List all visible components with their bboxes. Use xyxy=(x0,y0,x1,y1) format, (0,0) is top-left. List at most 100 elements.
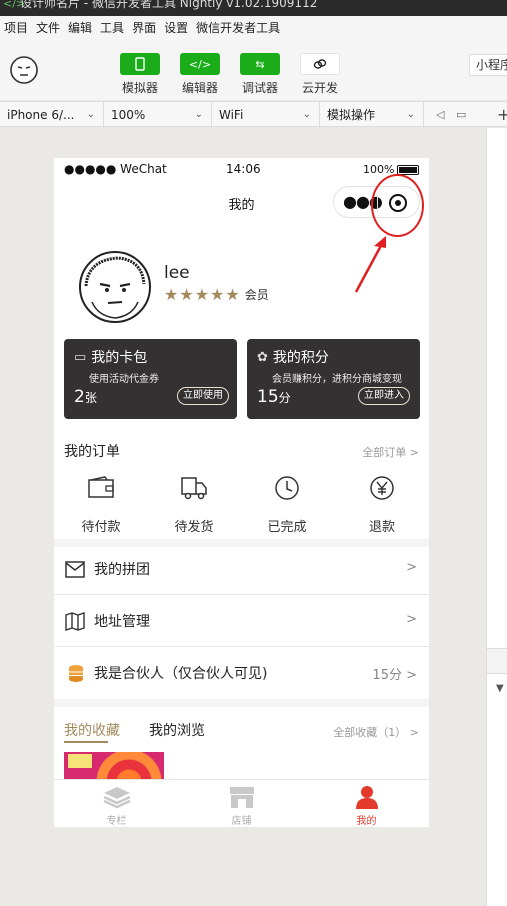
sim-ops-value: 模拟操作 xyxy=(327,108,376,122)
network-select[interactable]: WiFi ⌄ xyxy=(212,102,320,128)
window-titlebar: </> 设计师名片 - 微信开发者工具 Nightly v1.02.190911… xyxy=(0,0,507,16)
chevron-down-icon: ⌄ xyxy=(302,109,311,120)
device-tools: ◁ ▭ xyxy=(436,102,466,128)
row-label: 我是合伙人（仅合伙人可见) xyxy=(94,666,268,682)
debugger-button[interactable]: ⇆ 调试器 xyxy=(238,53,282,96)
truck-icon xyxy=(181,477,207,500)
points-enter-button[interactable]: 立即进入 xyxy=(358,387,410,405)
cloud-link-icon xyxy=(300,53,340,75)
wallet-card[interactable]: ▭ 我的卡包 使用活动代金券 2张 立即使用 xyxy=(64,339,237,419)
order-label-pending-payment: 待付款 xyxy=(81,520,121,535)
sim-ops-select[interactable]: 模拟操作 ⌄ xyxy=(320,102,424,128)
toolbar: 模拟器 </> 编辑器 ⇆ 调试器 云开发 小程序 xyxy=(0,40,507,100)
profile-avatar[interactable] xyxy=(78,250,152,324)
tab-label: 我的 xyxy=(356,816,377,827)
user-name: lee xyxy=(164,263,190,283)
add-icon[interactable]: + xyxy=(497,105,507,124)
status-bar: ●●●●● WeChat 14:06 100% xyxy=(54,158,429,180)
menu-item-tools[interactable]: 工具 xyxy=(96,16,128,40)
menu-item-project[interactable]: 项目 xyxy=(0,16,32,40)
status-time: 14:06 xyxy=(226,162,261,176)
row-group-buy[interactable]: 我的拼团 > xyxy=(54,543,429,595)
order-pending-shipment[interactable]: 待发货 xyxy=(159,473,229,535)
tab-label: 店铺 xyxy=(231,816,252,827)
cloud-label: 云开发 xyxy=(301,81,338,95)
menu-item-wechat-devtools[interactable]: 微信开发者工具 xyxy=(192,16,284,40)
wallet-card-subtitle: 使用活动代金券 xyxy=(89,374,159,385)
phone-icon xyxy=(120,53,160,75)
wallet-card-number: 2 xyxy=(74,387,85,407)
cloud-button[interactable]: 云开发 xyxy=(298,53,342,96)
favorite-item-thumbnail[interactable] xyxy=(64,752,164,782)
wallet-card-count: 2张 xyxy=(74,387,97,407)
zoom-select[interactable]: 100% ⌄ xyxy=(104,102,212,128)
orders-title: 我的订单 xyxy=(64,444,120,460)
panel-header xyxy=(487,648,507,674)
debugger-label: 调试器 xyxy=(241,81,278,95)
order-completed[interactable]: 已完成 xyxy=(252,473,322,535)
partner-points: 15分 > xyxy=(372,668,417,683)
row-partner[interactable]: 我是合伙人（仅合伙人可见) 15分 > xyxy=(54,647,429,699)
miniprogram-mode-select[interactable]: 小程序 xyxy=(469,54,507,76)
tab-store[interactable]: 店铺 xyxy=(179,784,304,827)
tab-my-favorites[interactable]: 我的收藏 xyxy=(64,720,120,740)
window-title: 设计师名片 - 微信开发者工具 Nightly v1.02.1909112 xyxy=(20,0,318,10)
points-card[interactable]: ✿ 我的积分 会员赚积分，进积分商城变现 15分 立即进入 xyxy=(247,339,420,419)
member-level: 会员 xyxy=(244,288,269,302)
swap-icon: ⇆ xyxy=(240,53,280,75)
menu-item-edit[interactable]: 编辑 xyxy=(64,16,96,40)
window-icon[interactable]: ▭ xyxy=(456,108,466,121)
coins-icon xyxy=(69,665,83,682)
row-label: 我的拼团 xyxy=(94,562,150,578)
user-avatar-icon[interactable] xyxy=(8,54,40,86)
order-label-pending-shipment: 待发货 xyxy=(174,520,214,535)
zoom-value: 100% xyxy=(111,108,146,122)
wallet-use-button[interactable]: 立即使用 xyxy=(177,387,229,405)
points-card-count: 15分 xyxy=(257,387,291,407)
annotation-circle xyxy=(371,174,424,237)
speaker-icon[interactable]: ◁ xyxy=(436,108,444,121)
chevron-down-icon: ⌄ xyxy=(406,109,415,120)
order-refund[interactable]: 退款 xyxy=(347,473,417,535)
menu-item-settings[interactable]: 设置 xyxy=(160,16,192,40)
points-card-title: ✿ 我的积分 xyxy=(257,347,329,367)
chevron-right-icon: > xyxy=(406,612,417,627)
row-address[interactable]: 地址管理 > xyxy=(54,595,429,647)
row-label: 地址管理 xyxy=(94,614,150,630)
section-gap xyxy=(54,699,429,707)
device-select[interactable]: iPhone 6/... ⌄ xyxy=(0,102,104,128)
order-label-refund: 退款 xyxy=(368,520,395,535)
yen-icon xyxy=(370,476,394,500)
network-value: WiFi xyxy=(219,108,244,122)
code-icon: </> xyxy=(180,53,220,75)
clock-icon xyxy=(275,476,299,500)
tab-label: 专栏 xyxy=(106,816,127,827)
menu-bar: 项目 文件 编辑 工具 界面 设置 微信开发者工具 xyxy=(0,16,507,40)
points-card-unit: 分 xyxy=(278,391,291,405)
tab-mine[interactable]: 我的 xyxy=(304,784,429,827)
map-icon xyxy=(65,612,85,631)
caret-down-icon[interactable]: ▼ xyxy=(496,683,504,694)
person-icon xyxy=(355,786,378,809)
store-icon xyxy=(229,787,254,808)
tab-column[interactable]: 专栏 xyxy=(54,784,179,827)
chevron-right-icon: > xyxy=(406,560,417,575)
wallet-card-unit: 张 xyxy=(84,391,97,405)
device-bar: iPhone 6/... ⌄ 100% ⌄ WiFi ⌄ 模拟操作 ⌄ ◁ ▭ … xyxy=(0,101,507,128)
order-pending-payment[interactable]: 待付款 xyxy=(66,473,136,535)
editor-button[interactable]: </> 编辑器 xyxy=(178,53,222,96)
tab-my-history[interactable]: 我的浏览 xyxy=(149,720,205,740)
chevron-down-icon: ⌄ xyxy=(86,109,95,120)
points-card-number: 15 xyxy=(257,387,279,407)
menu-item-file[interactable]: 文件 xyxy=(32,16,64,40)
simulator-button[interactable]: 模拟器 xyxy=(118,53,162,96)
star-icons: ★★★★★ xyxy=(164,285,241,304)
order-label-completed: 已完成 xyxy=(267,520,307,535)
all-favorites-link[interactable]: 全部收藏（1） > xyxy=(333,724,419,740)
menu-item-interface[interactable]: 界面 xyxy=(128,16,160,40)
carrier-text: ●●●●● WeChat xyxy=(64,162,167,176)
all-orders-link[interactable]: 全部订单 > xyxy=(362,444,419,460)
wallet-card-title-text: 我的卡包 xyxy=(91,350,148,366)
active-tab-underline xyxy=(64,741,108,743)
medal-icon: ✿ xyxy=(257,349,268,365)
